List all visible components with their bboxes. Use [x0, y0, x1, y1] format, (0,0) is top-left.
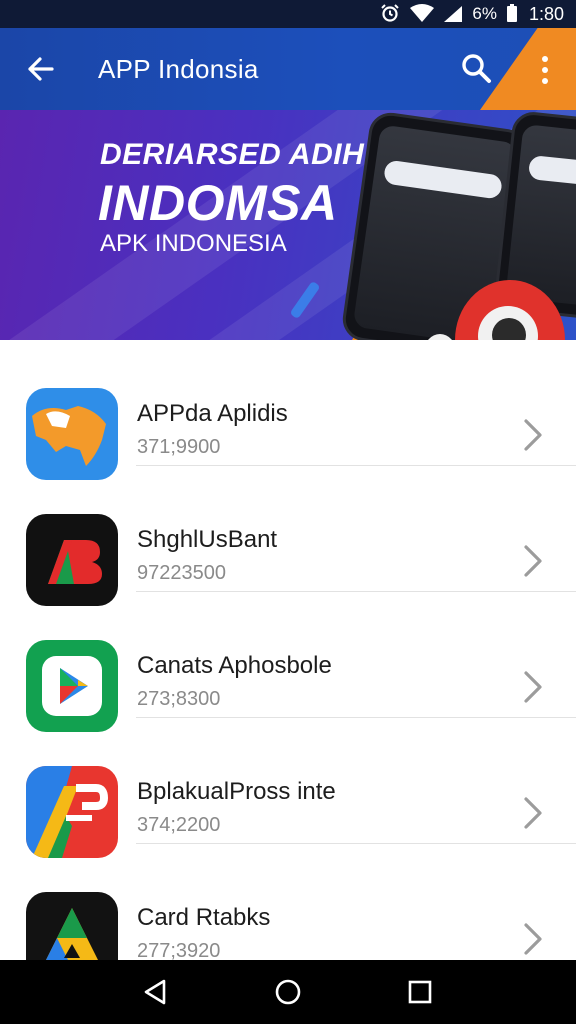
app-bar: APP Indonsia: [0, 28, 576, 110]
nav-recents-icon: [408, 980, 432, 1004]
nav-home-icon: [275, 979, 301, 1005]
app-name: ShghlUsBant: [137, 526, 278, 553]
list-item[interactable]: Card Rtabks 277;3920: [0, 844, 576, 960]
arrow-left-icon: [28, 57, 54, 81]
app-name: Canats Aphosbole: [137, 652, 332, 679]
more-vert-icon: [542, 56, 548, 62]
app-subtitle: 97223500: [137, 562, 226, 584]
chevron-right-icon: [524, 545, 542, 577]
banner-subtitle: APK INDONESIA: [100, 230, 287, 257]
app-list: APPda Aplidis 371;9900 ShghlUsBant 97223…: [0, 340, 576, 960]
page-title: APP Indonsia: [98, 54, 259, 84]
app-name: Card Rtabks: [137, 904, 271, 931]
nav-home-button[interactable]: [268, 974, 308, 1010]
list-item[interactable]: BplakualPross inte 374;2200: [0, 718, 576, 858]
system-nav-bar: [0, 960, 576, 1024]
chevron-right-icon: [524, 923, 542, 955]
banner-title: INDOMSA: [98, 175, 338, 231]
list-item[interactable]: ShghlUsBant 97223500: [0, 466, 576, 606]
battery-level: 6%: [472, 4, 497, 23]
status-bar: 6% 1:80: [0, 0, 576, 28]
more-options-button[interactable]: [528, 50, 562, 90]
signal-icon: [444, 6, 463, 22]
banner-headline: DERIARSED ADIHH: [100, 138, 387, 171]
app-subtitle: 374;2200: [137, 814, 221, 836]
back-button[interactable]: [20, 48, 60, 90]
app-subtitle: 277;3920: [137, 940, 221, 960]
triangle-app-icon: [26, 892, 118, 960]
promo-banner[interactable]: DERIARSED ADIHH INDOMSA APK INDONESIA: [0, 110, 576, 340]
chevron-right-icon: [524, 797, 542, 829]
app-subtitle: 273;8300: [137, 688, 221, 710]
search-button[interactable]: [458, 50, 498, 90]
clock: 1:80: [528, 3, 564, 24]
wifi-icon: [410, 3, 435, 25]
battery-icon: [506, 3, 517, 25]
list-item[interactable]: APPda Aplidis 371;9900: [0, 340, 576, 480]
chevron-right-icon: [524, 671, 542, 703]
alarm-icon: [380, 3, 400, 26]
nav-back-icon: [144, 979, 166, 1005]
chevron-right-icon: [524, 419, 542, 451]
app-subtitle: 371;9900: [137, 436, 221, 458]
app-name: APPda Aplidis: [137, 400, 288, 427]
search-icon: [462, 54, 491, 83]
nav-recents-button[interactable]: [400, 974, 440, 1010]
nav-back-button[interactable]: [136, 974, 176, 1010]
list-item[interactable]: Canats Aphosbole 273;8300: [0, 592, 576, 732]
app-name: BplakualPross inte: [137, 778, 336, 805]
